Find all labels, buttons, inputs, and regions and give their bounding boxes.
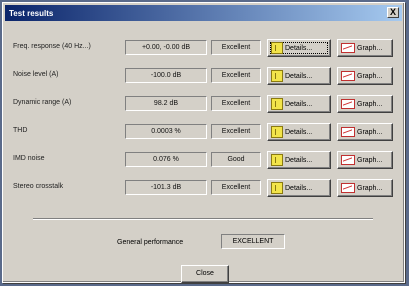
separator-line xyxy=(33,218,373,220)
details-button[interactable]: Details... xyxy=(267,179,331,197)
details-icon xyxy=(271,126,283,138)
result-row-freq-response: Freq. response (40 Hz...) +0.00, -0.00 d… xyxy=(13,39,396,57)
row-value: 0.0003 % xyxy=(125,124,207,139)
row-value: -100.0 dB xyxy=(125,68,207,83)
graph-button[interactable]: Graph... xyxy=(337,39,393,57)
details-button-label: Details... xyxy=(285,100,313,108)
graph-button[interactable]: Graph... xyxy=(337,95,393,113)
graph-button-label: Graph... xyxy=(357,156,383,164)
details-button-label: Details... xyxy=(285,72,313,80)
graph-button[interactable]: Graph... xyxy=(337,151,393,169)
graph-icon xyxy=(341,43,355,53)
graph-button[interactable]: Graph... xyxy=(337,179,393,197)
row-label: Freq. response (40 Hz...) xyxy=(13,43,91,50)
details-icon xyxy=(271,42,283,54)
graph-button-label: Graph... xyxy=(357,72,383,80)
details-icon xyxy=(271,154,283,166)
result-row-stereo-crosstalk: Stereo crosstalk -101.3 dB Excellent Det… xyxy=(13,179,396,197)
details-icon xyxy=(271,70,283,82)
details-icon xyxy=(271,182,283,194)
details-button[interactable]: Details... xyxy=(267,39,331,57)
result-row-noise-level: Noise level (A) -100.0 dB Excellent Deta… xyxy=(13,67,396,85)
row-value: 0.076 % xyxy=(125,152,207,167)
row-label: Noise level (A) xyxy=(13,71,59,78)
row-rating: Good xyxy=(211,152,261,167)
graph-icon xyxy=(341,71,355,81)
row-label: THD xyxy=(13,127,28,134)
graph-button[interactable]: Graph... xyxy=(337,67,393,85)
graph-icon xyxy=(341,127,355,137)
details-icon xyxy=(271,98,283,110)
graph-button-label: Graph... xyxy=(357,184,383,192)
row-value: +0.00, -0.00 dB xyxy=(125,40,207,55)
result-row-dynamic-range: Dynamic range (A) 98.2 dB Excellent Deta… xyxy=(13,95,396,113)
result-row-thd: THD 0.0003 % Excellent Details... Graph.… xyxy=(13,123,396,141)
row-rating: Excellent xyxy=(211,180,261,195)
row-value: -101.3 dB xyxy=(125,180,207,195)
details-button[interactable]: Details... xyxy=(267,151,331,169)
details-button-label: Details... xyxy=(285,156,313,164)
test-results-window: Test results X Freq. response (40 Hz...)… xyxy=(2,2,405,283)
graph-button-label: Graph... xyxy=(357,128,383,136)
row-rating: Excellent xyxy=(211,68,261,83)
details-button[interactable]: Details... xyxy=(267,123,331,141)
close-button[interactable]: Close xyxy=(181,265,229,283)
row-rating: Excellent xyxy=(211,96,261,111)
details-button[interactable]: Details... xyxy=(267,95,331,113)
graph-button-label: Graph... xyxy=(357,44,383,52)
graph-icon xyxy=(341,99,355,109)
general-performance-label: General performance xyxy=(117,239,184,246)
close-window-button[interactable]: X xyxy=(387,7,399,18)
result-row-imd-noise: IMD noise 0.076 % Good Details... Graph.… xyxy=(13,151,396,169)
graph-icon xyxy=(341,155,355,165)
details-button-label: Details... xyxy=(285,184,313,192)
row-rating: Excellent xyxy=(211,124,261,139)
graph-icon xyxy=(341,183,355,193)
row-label: Stereo crosstalk xyxy=(13,183,64,190)
row-label: Dynamic range (A) xyxy=(13,99,72,106)
graph-button-label: Graph... xyxy=(357,100,383,108)
row-label: IMD noise xyxy=(13,155,45,162)
row-value: 98.2 dB xyxy=(125,96,207,111)
row-rating: Excellent xyxy=(211,40,261,55)
window-title: Test results xyxy=(9,8,54,18)
details-button-label: Details... xyxy=(285,128,313,136)
details-button[interactable]: Details... xyxy=(267,67,331,85)
details-button-label: Details... xyxy=(285,44,313,52)
general-performance-value: EXCELLENT xyxy=(221,234,285,249)
graph-button[interactable]: Graph... xyxy=(337,123,393,141)
title-bar[interactable]: Test results X xyxy=(5,5,402,21)
